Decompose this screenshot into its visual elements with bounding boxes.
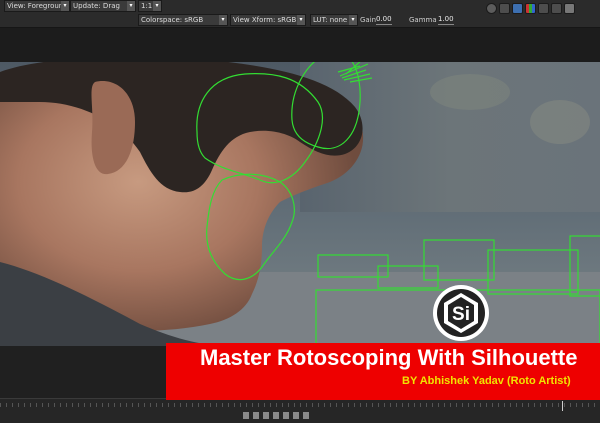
viewer-top-area	[0, 28, 600, 62]
banner-subtitle: BY Abhishek Yadav (Roto Artist)	[402, 375, 571, 387]
banner-title: Master Rotoscoping With Silhouette	[200, 345, 578, 370]
title-banner: Master Rotoscoping With Silhouette BY Ab…	[166, 343, 600, 400]
logo-text: Si	[452, 304, 470, 325]
chevron-down-icon: ▾	[219, 15, 227, 25]
transport-controls	[243, 412, 309, 420]
bokeh-light	[430, 74, 510, 110]
chevron-down-icon: ▾	[153, 1, 161, 11]
rgb-channel-icon[interactable]	[525, 3, 536, 14]
gamma-field[interactable]: 1.00	[438, 15, 454, 25]
viewer-image[interactable]	[0, 62, 600, 346]
chevron-down-icon: ▾	[297, 15, 305, 25]
play-backward-icon[interactable]	[263, 412, 269, 419]
silhouette-logo: Si	[433, 285, 489, 341]
go-to-end-icon[interactable]	[303, 412, 309, 419]
go-to-start-icon[interactable]	[243, 412, 249, 419]
gamma-label: Gamma	[409, 16, 437, 24]
stop-icon[interactable]	[273, 412, 279, 419]
alpha-icon[interactable]	[564, 3, 575, 14]
colorspace-dropdown[interactable]: Colorspace: sRGB ▾	[138, 14, 228, 26]
crop-icon[interactable]	[538, 3, 549, 14]
timeline-bar	[0, 398, 600, 423]
view-dropdown[interactable]: View: Foreground ▾	[4, 0, 70, 12]
view-xform-dropdown[interactable]: View Xform: sRGB ▾	[230, 14, 306, 26]
lut-dropdown[interactable]: LUT: none ▾	[310, 14, 358, 26]
update-dropdown[interactable]: Update: Drag ▾	[70, 0, 136, 12]
chevron-down-icon: ▾	[349, 15, 357, 25]
grid-icon[interactable]	[551, 3, 562, 14]
zoom-dropdown[interactable]: 1:1 ▾	[138, 0, 162, 12]
circle-toggle-icon[interactable]	[486, 3, 497, 14]
step-back-icon[interactable]	[253, 412, 259, 419]
bokeh-light	[530, 100, 590, 144]
chevron-down-icon: ▾	[127, 1, 135, 11]
viewer-toolbar: View: Foreground ▾ Update: Drag ▾ 1:1 ▾ …	[0, 0, 600, 28]
color-swatch-icon[interactable]	[512, 3, 523, 14]
zoom-dropdown-value: 1:1	[141, 2, 153, 10]
lut-dropdown-value: LUT: none	[313, 16, 348, 24]
gain-field[interactable]: 0.00	[376, 15, 392, 25]
monitor-icon[interactable]	[499, 3, 510, 14]
play-forward-icon[interactable]	[283, 412, 289, 419]
step-forward-icon[interactable]	[293, 412, 299, 419]
viewer-frame-svg	[0, 62, 600, 346]
playhead[interactable]	[562, 401, 563, 411]
view-dropdown-value: View: Foreground	[7, 2, 68, 10]
view-xform-dropdown-value: View Xform: sRGB	[233, 16, 297, 24]
gain-label: Gain	[360, 16, 377, 24]
colorspace-dropdown-value: Colorspace: sRGB	[141, 16, 204, 24]
timeline-ruler[interactable]	[0, 403, 600, 407]
update-dropdown-value: Update: Drag	[73, 2, 120, 10]
chevron-down-icon: ▾	[61, 1, 69, 11]
